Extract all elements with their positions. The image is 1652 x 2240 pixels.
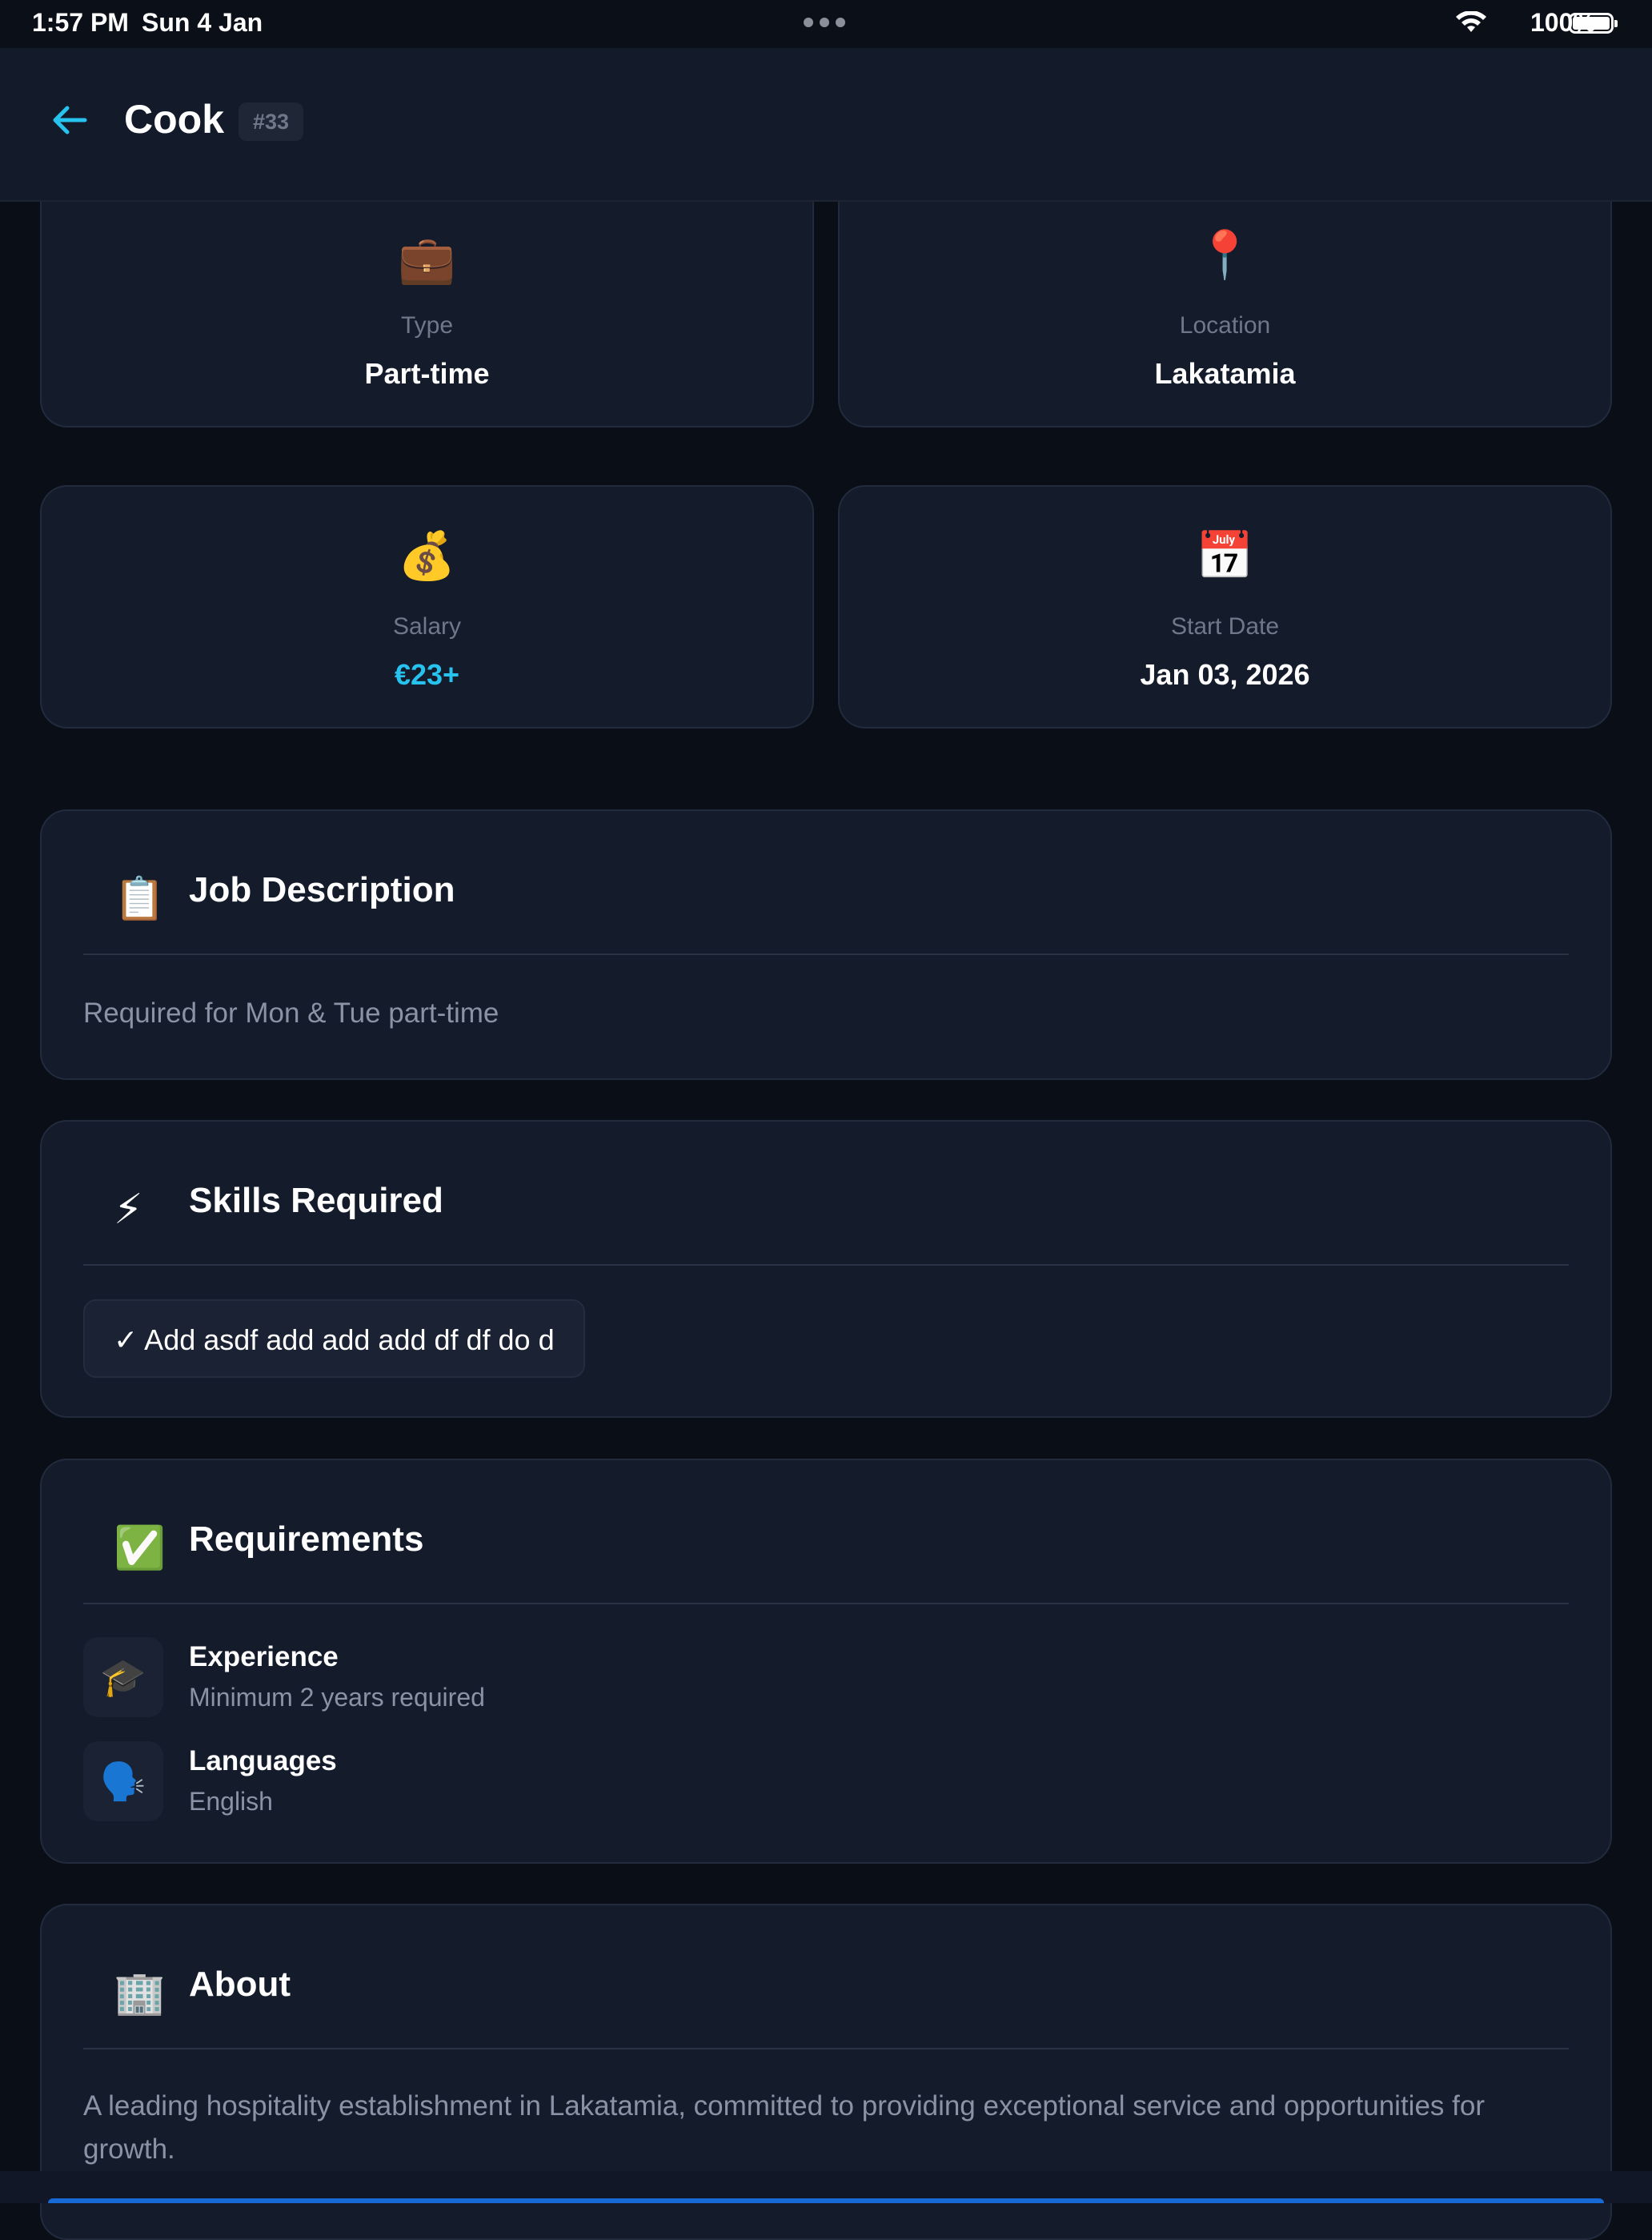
clipboard-icon: 📋	[114, 876, 166, 922]
location-value: Lakatamia	[1154, 357, 1296, 390]
location-card: 📍 Location Lakatamia	[838, 176, 1612, 428]
divider	[83, 1264, 1569, 1266]
status-time: 1:57 PM	[32, 8, 129, 37]
experience-value: Minimum 2 years required	[189, 1683, 485, 1712]
about-text: A leading hospitality establishment in L…	[83, 2090, 1485, 2165]
apply-button-edge[interactable]	[48, 2198, 1604, 2203]
skills-title: Skills Required	[189, 1181, 443, 1220]
type-card: 💼 Type Part-time	[40, 176, 814, 428]
location-label: Location	[1179, 312, 1271, 339]
job-id-badge: #33	[239, 102, 304, 141]
languages-title: Languages	[189, 1745, 337, 1776]
languages-value: English	[189, 1787, 273, 1816]
page-title: Cook	[124, 97, 224, 142]
requirements-title: Requirements	[189, 1519, 424, 1559]
pushpin-icon: 📍	[1196, 229, 1254, 281]
lightning-icon: ⚡	[114, 1186, 143, 1233]
about-title: About	[189, 1965, 291, 2004]
requirements-section: ✅ Requirements 🎓 Experience Minimum 2 ye…	[40, 1459, 1612, 1864]
start-date-label: Start Date	[1170, 613, 1280, 640]
skill-chip: ✓ Add asdf add add add df df do d	[83, 1299, 585, 1378]
job-description-section: 📋 Job Description Required for Mon & Tue…	[40, 809, 1612, 1080]
divider	[83, 1603, 1569, 1604]
salary-card: 💰 Salary €23+	[40, 485, 814, 729]
skills-section: ⚡ Skills Required ✓ Add asdf add add add…	[40, 1120, 1612, 1418]
battery-icon	[1569, 13, 1618, 34]
briefcase-icon: 💼	[398, 234, 456, 286]
salary-value: €23+	[394, 658, 460, 691]
divider	[83, 953, 1569, 955]
speaking-head-icon: 🗣️	[83, 1741, 163, 1821]
bottom-action-bar	[0, 2171, 1652, 2203]
check-mark-icon: ✅	[114, 1525, 166, 1572]
start-date-value: Jan 03, 2026	[1140, 658, 1310, 691]
calendar-icon: 📅	[1196, 530, 1254, 582]
wifi-icon	[1456, 11, 1486, 32]
start-date-card: 📅 Start Date Jan 03, 2026	[838, 485, 1612, 729]
money-bag-icon: 💰	[398, 530, 456, 582]
graduation-cap-icon: 🎓	[83, 1637, 163, 1717]
office-building-icon: 🏢	[114, 1970, 166, 2017]
job-description-text: Required for Mon & Tue part-time	[83, 998, 499, 1029]
status-bar: 1:57 PM Sun 4 Jan 100%	[0, 0, 1652, 48]
type-label: Type	[400, 312, 454, 339]
type-value: Part-time	[364, 357, 490, 390]
status-date: Sun 4 Jan	[142, 8, 263, 37]
job-description-title: Job Description	[189, 870, 455, 909]
experience-title: Experience	[189, 1641, 339, 1672]
divider	[83, 2048, 1569, 2049]
page-header: Cook #33	[0, 48, 1652, 202]
arrow-left-icon[interactable]	[48, 99, 90, 141]
multitasking-dots-icon[interactable]	[804, 18, 845, 27]
salary-label: Salary	[392, 613, 462, 640]
